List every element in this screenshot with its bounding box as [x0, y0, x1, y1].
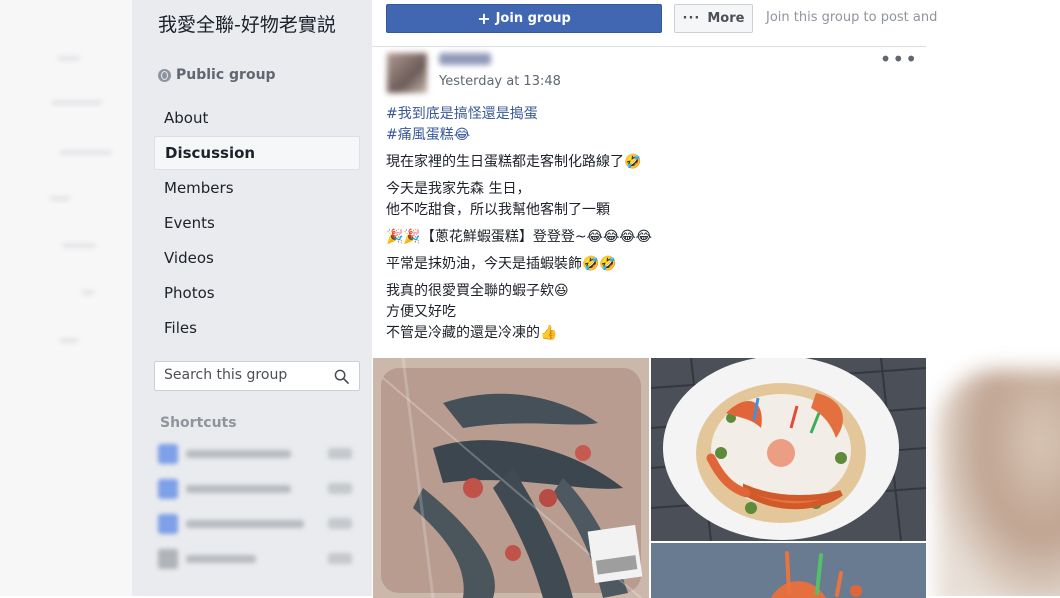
post-line: 今天是我家先森 生日，	[386, 181, 531, 197]
group-action-bar: + Join group ··· More Join this group to…	[372, 0, 937, 46]
avatar[interactable]	[387, 53, 427, 93]
plus-icon: +	[477, 8, 491, 28]
group-icon	[158, 479, 178, 499]
nav-item-photos[interactable]: Photos	[154, 276, 360, 310]
more-button[interactable]: ··· More	[674, 4, 753, 33]
post-line: 平常是抹奶油，今天是插蝦裝飾🤣🤣	[386, 256, 617, 272]
hashtag-link[interactable]: #痛風蛋糕😂	[386, 127, 470, 143]
group-icon	[158, 549, 178, 569]
privacy-label: Public group	[176, 67, 276, 83]
nav-item-videos[interactable]: Videos	[154, 241, 360, 275]
shortcut-item[interactable]	[158, 479, 358, 499]
post-line: 方便又好吃	[386, 304, 456, 320]
group-nav: About Discussion Members Events Videos P…	[154, 101, 360, 346]
nav-item-events[interactable]: Events	[154, 206, 360, 240]
post-body: #我到底是搞怪還是搗蛋 #痛風蛋糕😂 現在家裡的生日蛋糕都走客制化路線了🤣 今天是…	[386, 104, 906, 350]
feed-post: Yesterday at 13:48 ••• #我到底是搞怪還是搗蛋 #痛風蛋糕😂…	[373, 47, 926, 598]
group-title[interactable]: 我愛全聯-好物老實説	[158, 12, 358, 39]
search-icon[interactable]	[334, 369, 349, 384]
shortcuts-title: Shortcuts	[160, 415, 237, 431]
post-line: 我真的很愛買全聯的蝦子欸😆	[386, 283, 569, 299]
shortcut-item[interactable]	[158, 514, 358, 534]
group-sidebar: 我愛全聯-好物老實説 Public group About Discussion…	[132, 0, 372, 596]
join-group-label: Join group	[495, 11, 571, 26]
group-icon	[158, 514, 178, 534]
post-photo-shrimp-cake[interactable]	[651, 358, 926, 541]
post-options-icon[interactable]: •••	[880, 47, 918, 71]
shortcut-item[interactable]	[158, 549, 358, 569]
blurred-right-background	[926, 0, 1060, 596]
group-privacy: Public group	[158, 67, 276, 83]
more-dots-icon: ···	[682, 11, 701, 26]
more-label: More	[707, 11, 745, 26]
group-search-input[interactable]	[164, 367, 324, 383]
post-photo-grid	[373, 358, 926, 598]
post-timestamp[interactable]: Yesterday at 13:48	[439, 74, 561, 89]
join-group-button[interactable]: + Join group	[386, 4, 662, 33]
join-hint-text: Join this group to post and	[766, 10, 938, 25]
post-author-name[interactable]	[439, 53, 491, 65]
shortcut-item[interactable]	[158, 444, 358, 464]
globe-icon	[158, 68, 171, 82]
nav-item-discussion[interactable]: Discussion	[154, 136, 360, 170]
post-line: 🎉🎉【蔥花鮮蝦蛋糕】登登登~😂😂😂😂	[386, 229, 653, 245]
blurred-left-background	[0, 0, 132, 596]
group-search-box	[154, 361, 360, 391]
nav-item-about[interactable]: About	[154, 101, 360, 135]
post-photo-cake-closeup[interactable]	[651, 543, 926, 598]
nav-item-files[interactable]: Files	[154, 311, 360, 345]
post-line: 不管是冷藏的還是冷凍的👍	[386, 325, 558, 341]
hashtag-link[interactable]: #我到底是搞怪還是搗蛋	[386, 106, 538, 122]
nav-item-members[interactable]: Members	[154, 171, 360, 205]
post-line: 現在家裡的生日蛋糕都走客制化路線了🤣	[386, 154, 642, 170]
post-line: 他不吃甜食，所以我幫他客制了一顆	[386, 202, 610, 218]
post-photo-shrimp-package[interactable]	[373, 358, 649, 598]
group-icon	[158, 444, 178, 464]
